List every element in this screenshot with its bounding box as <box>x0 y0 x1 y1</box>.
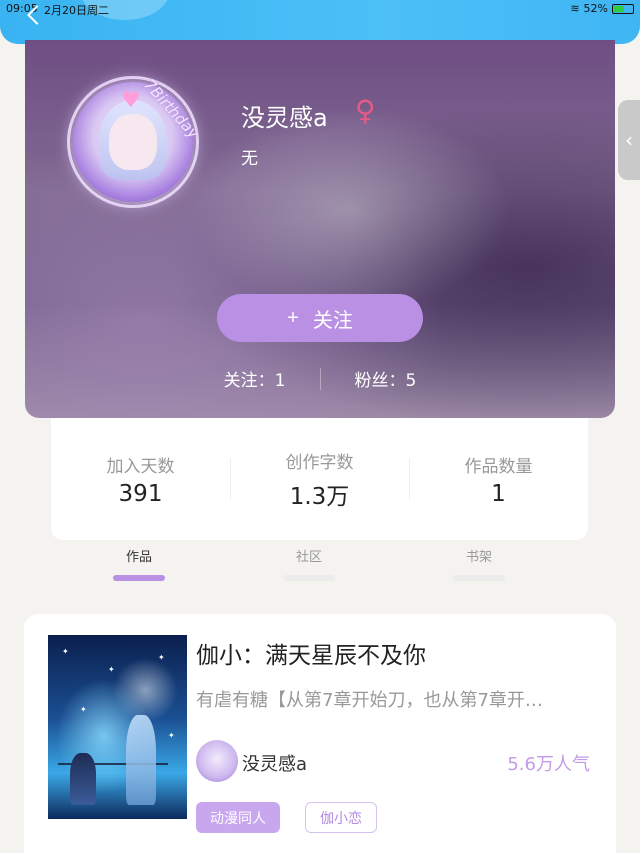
user-name: 没灵感a <box>241 104 328 132</box>
stat-label: 作品数量 <box>464 456 533 477</box>
stat-label: 加入天数 <box>106 456 175 477</box>
stat-works-count: 作品数量 1 <box>409 444 588 514</box>
tab-bookshelf[interactable]: 书架 <box>424 546 534 586</box>
avatar[interactable]: ♥ 7Birthday <box>67 76 203 208</box>
top-header-bar: 09:05 2月20日周二 ≋ 52% <box>0 0 640 44</box>
battery-icon <box>612 3 634 14</box>
tab-community[interactable]: 社区 <box>254 546 364 586</box>
follow-button[interactable]: + 关注 <box>217 294 423 342</box>
star-icon: ✦ <box>108 665 115 674</box>
follow-stats: 关注：1 粉丝：5 <box>25 366 615 391</box>
profile-header-card: ♥ 7Birthday 没灵感a ♀ 无 + 关注 关注：1 粉丝：5 <box>25 40 615 418</box>
side-panel-toggle[interactable]: ‹ <box>618 100 640 180</box>
stat-word-count: 创作字数 1.3万 <box>230 444 409 514</box>
battery-percent: 52% <box>583 2 608 15</box>
book-description: 有虐有糖【从第7章开始刀，也从第7章开… <box>196 690 543 711</box>
tab-label: 作品 <box>125 550 152 565</box>
status-date: 2月20日周二 <box>44 4 109 17</box>
stats-card: 加入天数 391 创作字数 1.3万 作品数量 1 <box>51 418 588 540</box>
tag-anime-fanfic[interactable]: 动漫同人 <box>196 802 280 833</box>
star-icon: ✦ <box>80 705 87 714</box>
star-icon: ✦ <box>158 653 165 662</box>
popularity-count: 5.6万人气 <box>507 754 590 775</box>
follow-button-label: 关注 <box>312 309 353 332</box>
tab-label: 书架 <box>465 550 492 565</box>
heart-icon: ♥ <box>121 88 141 113</box>
divider <box>319 367 321 390</box>
tab-indicator <box>113 575 165 581</box>
book-card[interactable]: ✦ ✦ ✦ ✦ ✦ 伽小：满天星辰不及你 有虐有糖【从第7章开始刀，也从第7章开… <box>24 614 616 853</box>
cover-figure <box>126 715 156 805</box>
avatar-face <box>109 114 157 170</box>
following-count[interactable]: 关注：1 <box>224 366 286 391</box>
stat-value: 1 <box>491 480 506 507</box>
tab-indicator <box>283 575 335 581</box>
followers-count[interactable]: 粉丝：5 <box>355 366 417 391</box>
tag-pairing[interactable]: 伽小恋 <box>305 802 377 833</box>
cover-figure <box>70 753 96 805</box>
stat-value: 391 <box>118 480 163 507</box>
tab-indicator <box>453 575 505 581</box>
stat-value: 1.3万 <box>289 483 350 510</box>
status-indicators: ≋ 52% <box>570 2 634 15</box>
tab-works[interactable]: 作品 <box>84 546 194 586</box>
chevron-left-icon: ‹ <box>625 128 633 152</box>
wifi-icon: ≋ <box>570 2 580 15</box>
stat-label: 创作字数 <box>285 452 354 473</box>
author-name[interactable]: 没灵感a <box>242 750 307 776</box>
plus-icon: + <box>287 306 299 329</box>
user-bio: 无 <box>241 149 258 169</box>
book-cover[interactable]: ✦ ✦ ✦ ✦ ✦ <box>48 635 187 819</box>
book-title[interactable]: 伽小：满天星辰不及你 <box>196 636 426 670</box>
female-gender-icon: ♀ <box>355 94 376 127</box>
star-icon: ✦ <box>168 731 175 740</box>
content-tabs: 作品 社区 书架 <box>84 546 534 586</box>
tab-label: 社区 <box>295 550 322 565</box>
author-avatar[interactable] <box>196 740 238 782</box>
star-icon: ✦ <box>62 647 69 656</box>
stat-join-days: 加入天数 391 <box>51 444 230 514</box>
